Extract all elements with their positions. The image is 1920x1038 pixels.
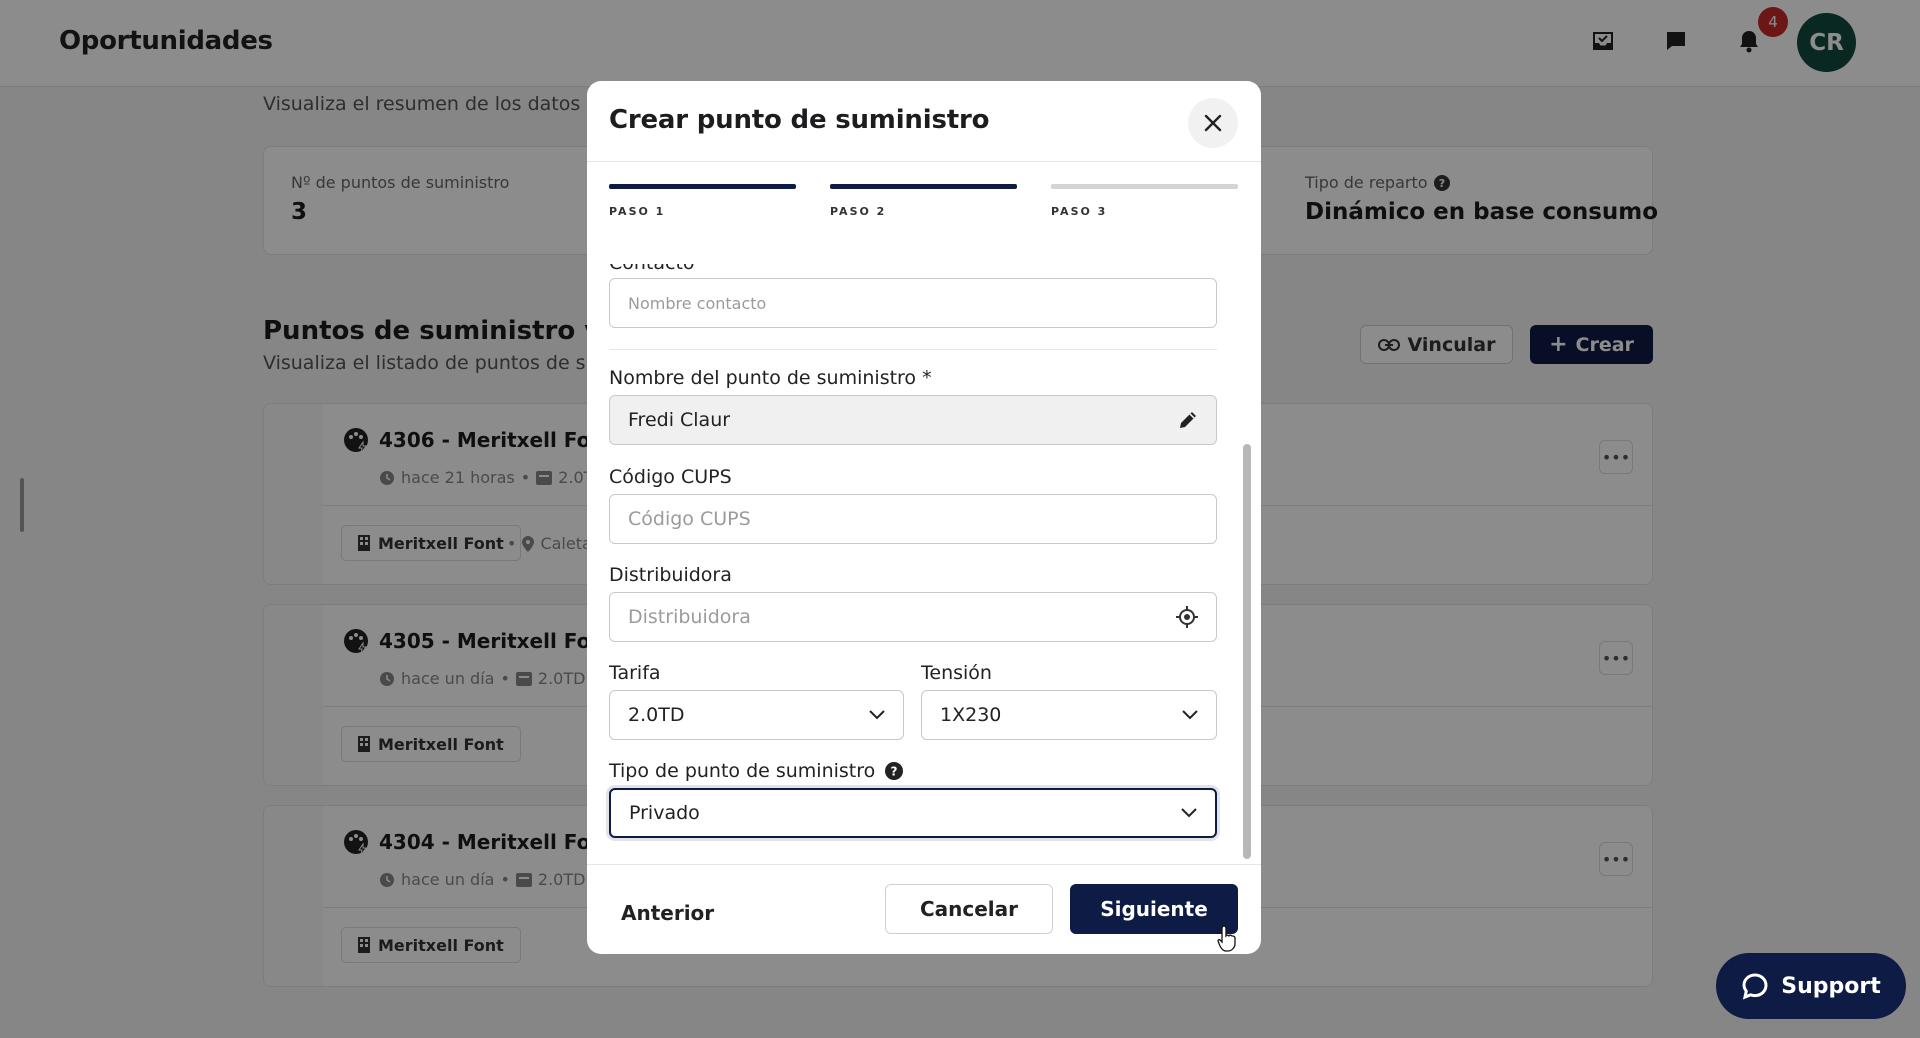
hand-cursor-icon (1217, 924, 1239, 956)
voltage-label: Tensión (921, 662, 992, 684)
distributor-label: Distribuidora (609, 564, 732, 586)
tariff-value: 2.0TD (628, 704, 685, 726)
crosshair-icon[interactable] (1176, 606, 1198, 628)
modal-title: Crear punto de suministro (609, 105, 990, 135)
name-label: Nombre del punto de suministro * (609, 367, 932, 389)
chevron-down-icon (869, 710, 885, 720)
form-scroll-area[interactable]: Contacto Nombre contacto Nombre del punt… (587, 264, 1261, 864)
type-label-text: Tipo de punto de suministro (609, 760, 876, 782)
voltage-select[interactable]: 1X230 (921, 690, 1217, 740)
support-button[interactable]: Support (1716, 953, 1906, 1019)
tariff-label: Tarifa (609, 662, 661, 684)
name-input[interactable]: Fredi Claur (609, 395, 1217, 445)
scrollbar[interactable] (1241, 264, 1253, 864)
tariff-select[interactable]: 2.0TD (609, 690, 904, 740)
back-button[interactable]: Anterior (621, 901, 714, 925)
scrollbar-thumb[interactable] (1243, 444, 1251, 859)
supply-point-type-select[interactable]: Privado (609, 788, 1217, 838)
type-value: Privado (629, 802, 700, 824)
svg-text:?: ? (891, 765, 898, 779)
cups-input[interactable]: Código CUPS (609, 494, 1217, 544)
next-button[interactable]: Siguiente (1070, 884, 1238, 934)
chevron-down-icon (1181, 808, 1197, 818)
name-value: Fredi Claur (628, 409, 731, 431)
support-label: Support (1781, 973, 1881, 999)
step-3: PASO 3 (1051, 184, 1238, 218)
contact-placeholder: Nombre contacto (628, 293, 767, 313)
chat-bubble-icon (1741, 972, 1769, 1000)
distributor-input[interactable]: Distribuidora (609, 592, 1217, 642)
distributor-placeholder: Distribuidora (628, 606, 751, 628)
step-3-label: PASO 3 (1051, 205, 1108, 218)
voltage-value: 1X230 (940, 704, 1002, 726)
contact-input[interactable]: Nombre contacto (609, 278, 1217, 328)
cups-placeholder: Código CUPS (628, 508, 751, 530)
type-label: Tipo de punto de suministro ? (609, 760, 904, 782)
create-supply-point-modal: Crear punto de suministro PASO 1 PASO 2 … (587, 81, 1261, 954)
step-2-label: PASO 2 (830, 205, 887, 218)
contact-label: Contacto (609, 264, 695, 274)
close-icon (1203, 113, 1223, 133)
step-1-label: PASO 1 (609, 205, 666, 218)
pencil-icon[interactable] (1178, 410, 1198, 430)
help-icon[interactable]: ? (885, 762, 904, 780)
cancel-button[interactable]: Cancelar (885, 884, 1053, 934)
chevron-down-icon (1182, 710, 1198, 720)
step-2: PASO 2 (830, 184, 1017, 218)
close-button[interactable] (1188, 98, 1238, 148)
stepper: PASO 1 PASO 2 PASO 3 (609, 184, 1239, 224)
cups-label: Código CUPS (609, 466, 732, 488)
step-1: PASO 1 (609, 184, 796, 218)
